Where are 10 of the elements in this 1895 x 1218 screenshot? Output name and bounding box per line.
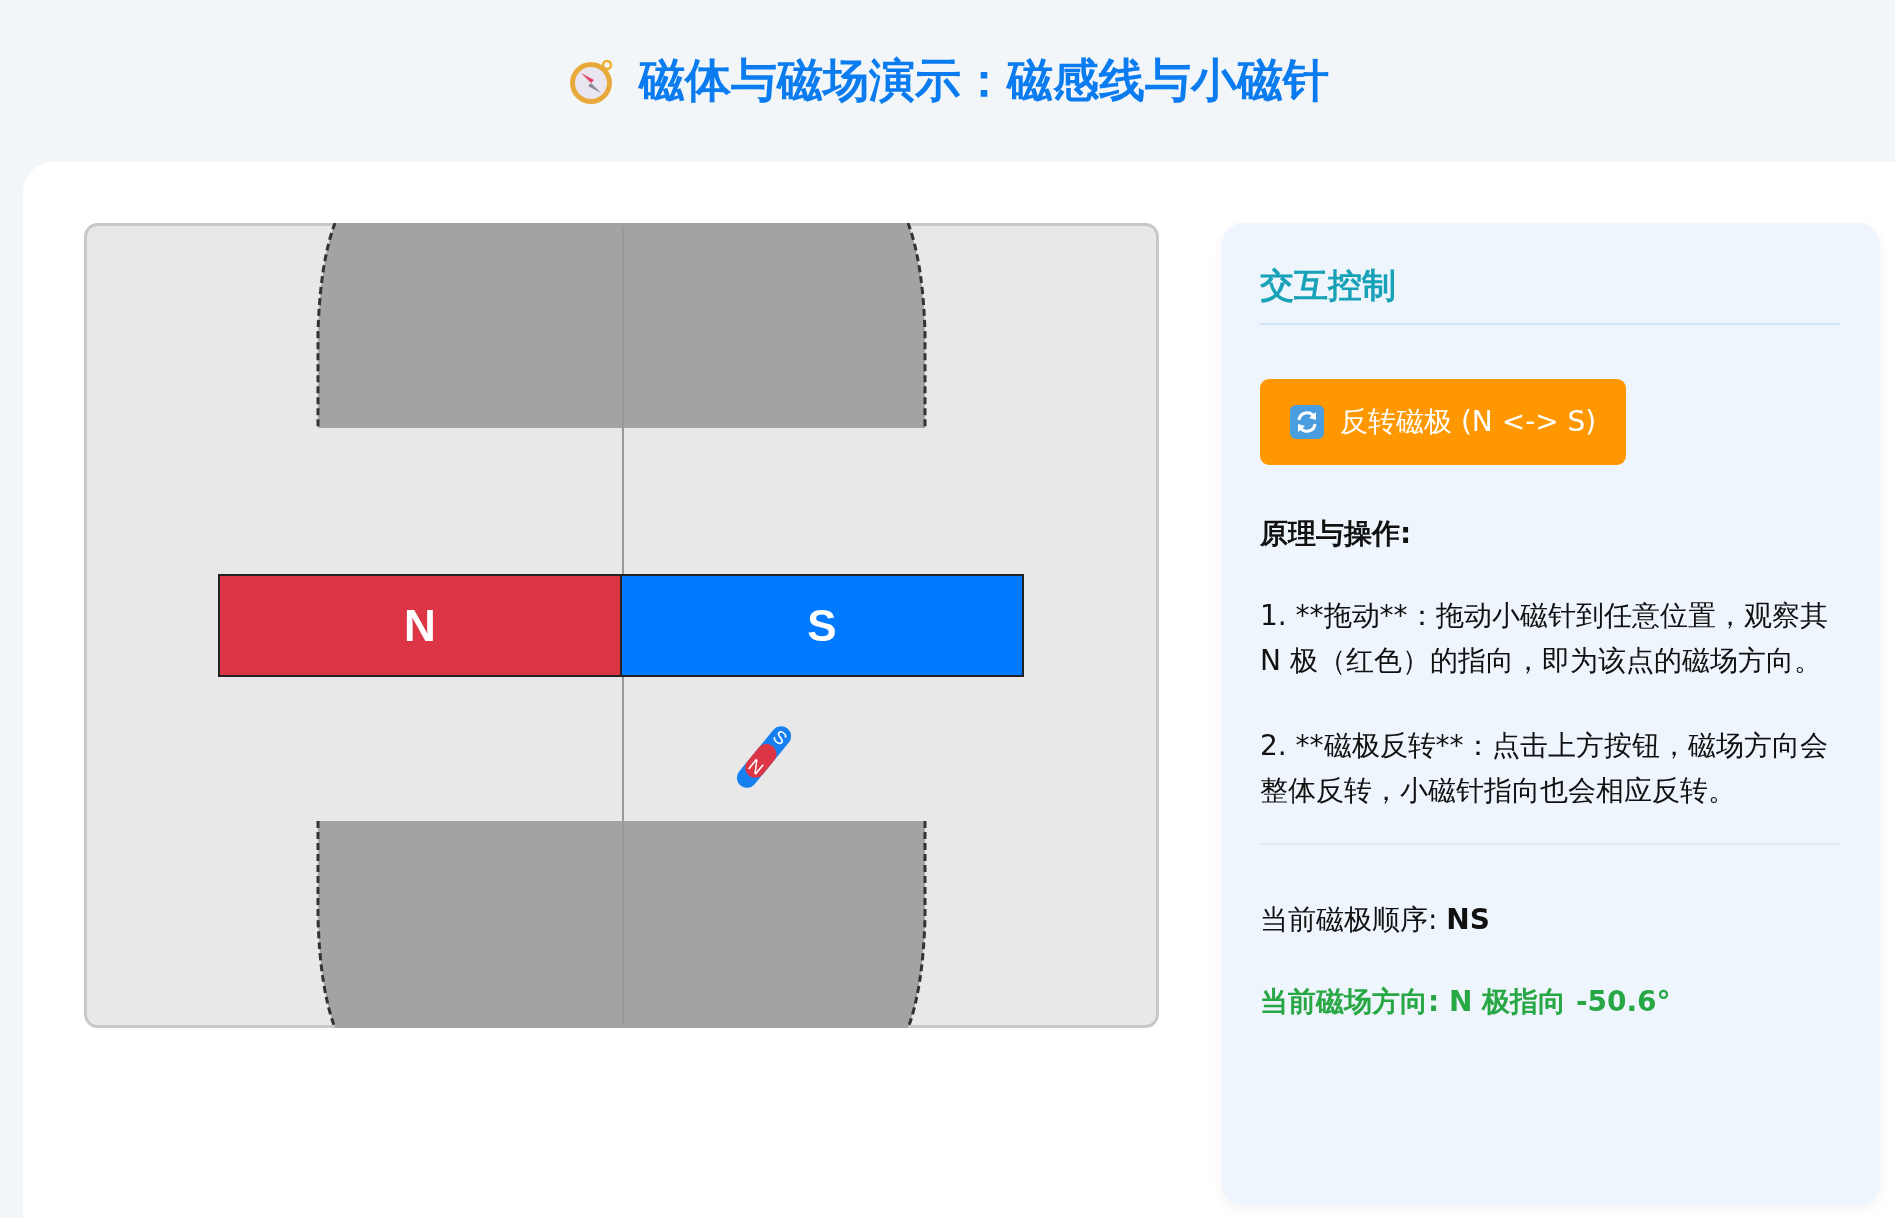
panel-heading: 交互控制 <box>1260 263 1840 325</box>
instruction-text: 1. **拖动**：拖动小磁针到任意位置，观察其 N 极（红色）的指向，即为该点的磁场方向。 <box>1260 598 1829 679</box>
magnet-pole: S <box>620 574 1024 677</box>
refresh-icon <box>1290 405 1324 439</box>
instruction-text: 2. **磁极反转**：点击上方按钮，磁场方向会整体反转，小磁针指向也会相应反转。 <box>1260 728 1829 809</box>
page-title: 磁体与磁场演示：磁感线与小磁针 <box>638 52 1329 109</box>
pole-order-text: 当前磁极顺序: NS <box>1260 902 1491 938</box>
field-direction-text: 当前磁场方向: N 极指向 -50.6° <box>1260 984 1672 1020</box>
magnet-pole: N <box>218 574 622 677</box>
section-heading: 原理与操作: <box>1260 516 1413 552</box>
